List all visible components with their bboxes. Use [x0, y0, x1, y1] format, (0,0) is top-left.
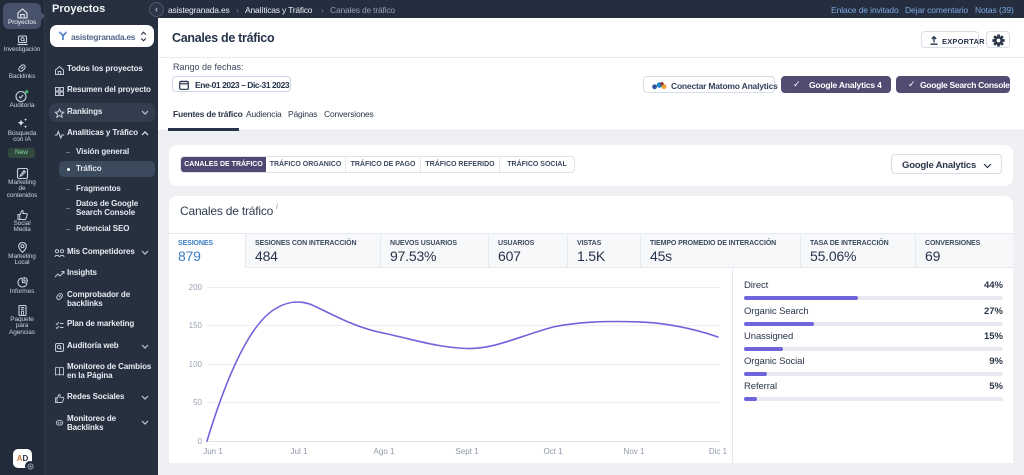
- svg-text:Nov 1: Nov 1: [624, 447, 645, 456]
- svg-text:Dic 1: Dic 1: [709, 447, 728, 456]
- svg-text:Oct 1: Oct 1: [543, 447, 563, 456]
- svg-text:100: 100: [189, 360, 203, 369]
- svg-text:200: 200: [189, 283, 203, 292]
- svg-text:0: 0: [198, 437, 203, 446]
- svg-text:Sept 1: Sept 1: [455, 447, 479, 456]
- svg-text:150: 150: [189, 321, 203, 330]
- svg-text:Ago 1: Ago 1: [374, 447, 395, 456]
- svg-text:50: 50: [193, 398, 202, 407]
- svg-text:Jun 1: Jun 1: [203, 447, 223, 456]
- svg-text:Jul 1: Jul 1: [291, 447, 308, 456]
